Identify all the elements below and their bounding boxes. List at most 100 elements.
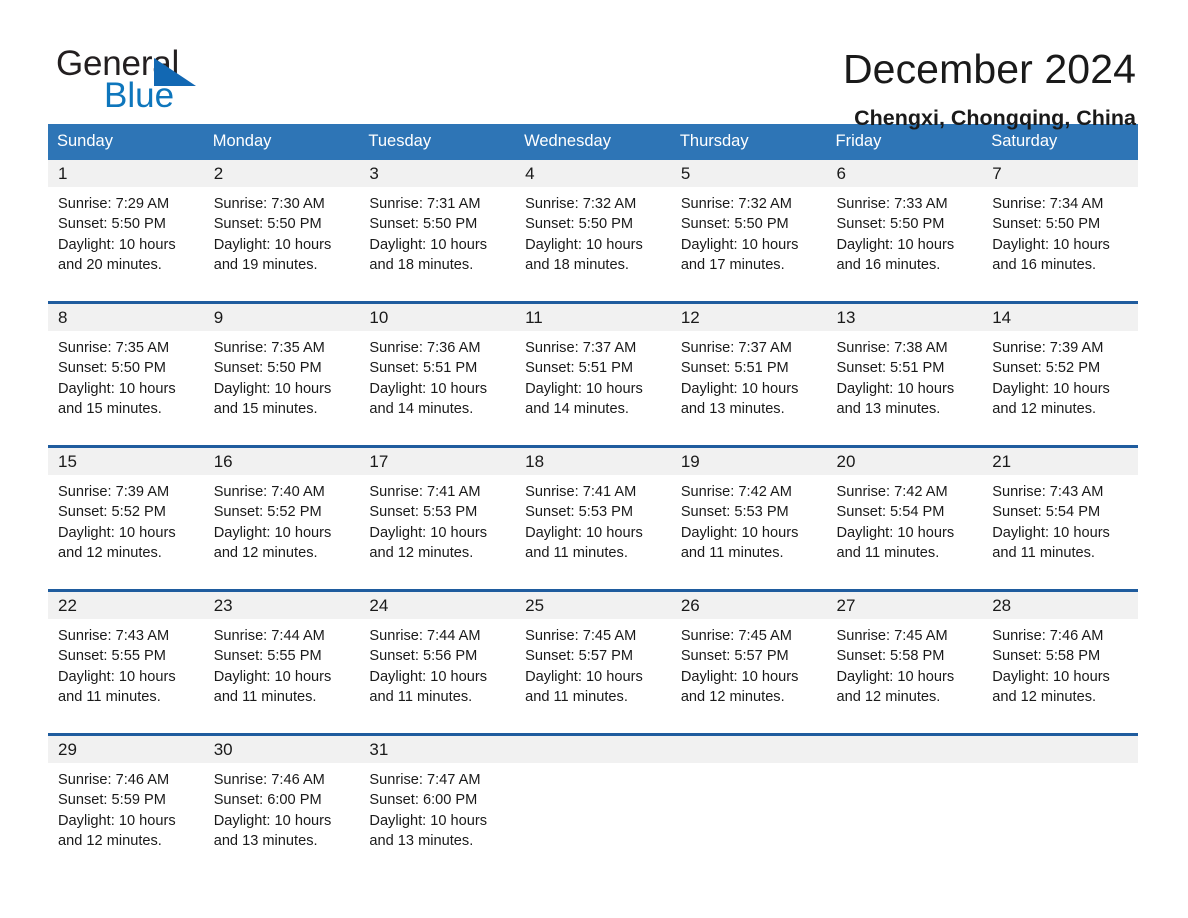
day-cell[interactable]: Sunrise: 7:34 AM Sunset: 5:50 PM Dayligh…	[982, 187, 1138, 284]
day-number-empty	[670, 736, 827, 763]
weekday-header-sunday: Sunday	[48, 124, 204, 160]
day-cell[interactable]: Sunrise: 7:46 AM Sunset: 6:00 PM Dayligh…	[203, 763, 360, 871]
day-number[interactable]: 30	[203, 736, 360, 763]
day-detail	[681, 770, 821, 867]
day-detail: Sunrise: 7:37 AM Sunset: 5:51 PM Dayligh…	[525, 340, 643, 417]
day-detail: Sunrise: 7:45 AM Sunset: 5:57 PM Dayligh…	[525, 628, 643, 705]
day-cell[interactable]: Sunrise: 7:39 AM Sunset: 5:52 PM Dayligh…	[48, 475, 204, 572]
day-number-empty	[515, 736, 671, 763]
day-number[interactable]: 25	[515, 592, 671, 619]
week-daynum-row: 22 23 24 25 26 27 28	[48, 592, 1138, 619]
day-number[interactable]: 20	[826, 448, 983, 475]
week-daynum-row: 15 16 17 18 19 20 21	[48, 448, 1138, 475]
day-number[interactable]: 15	[48, 448, 204, 475]
day-cell[interactable]: Sunrise: 7:33 AM Sunset: 5:50 PM Dayligh…	[826, 187, 983, 284]
day-detail: Sunrise: 7:46 AM Sunset: 5:58 PM Dayligh…	[992, 628, 1110, 705]
day-number[interactable]: 27	[826, 592, 983, 619]
day-cell-empty	[826, 763, 983, 871]
day-cell[interactable]: Sunrise: 7:32 AM Sunset: 5:50 PM Dayligh…	[515, 187, 671, 284]
day-cell[interactable]: Sunrise: 7:42 AM Sunset: 5:54 PM Dayligh…	[826, 475, 983, 572]
day-number[interactable]: 16	[203, 448, 360, 475]
day-cell[interactable]: Sunrise: 7:46 AM Sunset: 5:59 PM Dayligh…	[48, 763, 204, 871]
day-cell[interactable]: Sunrise: 7:32 AM Sunset: 5:50 PM Dayligh…	[670, 187, 827, 284]
day-detail: Sunrise: 7:45 AM Sunset: 5:58 PM Dayligh…	[836, 628, 955, 705]
day-number[interactable]: 13	[826, 304, 983, 331]
day-cell[interactable]: Sunrise: 7:29 AM Sunset: 5:50 PM Dayligh…	[48, 187, 204, 284]
day-number[interactable]: 10	[359, 304, 516, 331]
day-number[interactable]: 24	[359, 592, 516, 619]
day-cell[interactable]: Sunrise: 7:47 AM Sunset: 6:00 PM Dayligh…	[359, 763, 516, 871]
day-detail: Sunrise: 7:33 AM Sunset: 5:50 PM Dayligh…	[836, 196, 955, 273]
day-number-empty	[982, 736, 1138, 763]
day-number[interactable]: 1	[48, 160, 204, 187]
day-cell[interactable]: Sunrise: 7:37 AM Sunset: 5:51 PM Dayligh…	[670, 331, 827, 428]
day-detail: Sunrise: 7:34 AM Sunset: 5:50 PM Dayligh…	[992, 196, 1110, 273]
day-detail: Sunrise: 7:45 AM Sunset: 5:57 PM Dayligh…	[680, 628, 799, 705]
day-detail: Sunrise: 7:38 AM Sunset: 5:51 PM Dayligh…	[836, 340, 955, 417]
week-daynum-row: 8 9 10 11 12 13 14	[48, 304, 1138, 331]
day-number[interactable]: 28	[982, 592, 1138, 619]
day-number[interactable]: 19	[670, 448, 827, 475]
page-header: General Blue December 2024 Chengxi, Chon…	[0, 0, 1188, 130]
day-detail: Sunrise: 7:43 AM Sunset: 5:54 PM Dayligh…	[992, 484, 1110, 561]
day-cell[interactable]: Sunrise: 7:45 AM Sunset: 5:58 PM Dayligh…	[826, 619, 983, 716]
page-title: December 2024	[842, 46, 1136, 92]
day-number[interactable]: 14	[982, 304, 1138, 331]
day-detail: Sunrise: 7:42 AM Sunset: 5:54 PM Dayligh…	[836, 484, 955, 561]
day-number[interactable]: 22	[48, 592, 204, 619]
day-cell[interactable]: Sunrise: 7:41 AM Sunset: 5:53 PM Dayligh…	[359, 475, 516, 572]
day-detail: Sunrise: 7:37 AM Sunset: 5:51 PM Dayligh…	[680, 340, 799, 417]
day-cell[interactable]: Sunrise: 7:44 AM Sunset: 5:55 PM Dayligh…	[203, 619, 360, 716]
day-cell[interactable]: Sunrise: 7:43 AM Sunset: 5:54 PM Dayligh…	[982, 475, 1138, 572]
day-number[interactable]: 3	[359, 160, 516, 187]
day-number[interactable]: 9	[203, 304, 360, 331]
day-number[interactable]: 8	[48, 304, 204, 331]
day-cell[interactable]: Sunrise: 7:38 AM Sunset: 5:51 PM Dayligh…	[826, 331, 983, 428]
day-detail	[837, 770, 977, 867]
day-detail: Sunrise: 7:32 AM Sunset: 5:50 PM Dayligh…	[680, 196, 799, 273]
day-cell[interactable]: Sunrise: 7:46 AM Sunset: 5:58 PM Dayligh…	[982, 619, 1138, 716]
day-detail: Sunrise: 7:43 AM Sunset: 5:55 PM Dayligh…	[58, 628, 176, 705]
day-detail: Sunrise: 7:29 AM Sunset: 5:50 PM Dayligh…	[58, 196, 176, 273]
week-detail-row: Sunrise: 7:43 AM Sunset: 5:55 PM Dayligh…	[48, 619, 1138, 716]
weekday-header-wednesday: Wednesday	[515, 124, 671, 160]
day-cell[interactable]: Sunrise: 7:30 AM Sunset: 5:50 PM Dayligh…	[203, 187, 360, 284]
day-detail: Sunrise: 7:40 AM Sunset: 5:52 PM Dayligh…	[213, 484, 332, 561]
day-number[interactable]: 2	[203, 160, 360, 187]
week-detail-row: Sunrise: 7:46 AM Sunset: 5:59 PM Dayligh…	[48, 763, 1138, 871]
day-number[interactable]: 11	[515, 304, 671, 331]
day-cell[interactable]: Sunrise: 7:41 AM Sunset: 5:53 PM Dayligh…	[515, 475, 671, 572]
day-number-empty	[826, 736, 983, 763]
day-number[interactable]: 4	[515, 160, 671, 187]
day-cell[interactable]: Sunrise: 7:45 AM Sunset: 5:57 PM Dayligh…	[515, 619, 671, 716]
day-number[interactable]: 18	[515, 448, 671, 475]
day-number[interactable]: 12	[670, 304, 827, 331]
day-number[interactable]: 23	[203, 592, 360, 619]
day-cell[interactable]: Sunrise: 7:45 AM Sunset: 5:57 PM Dayligh…	[670, 619, 827, 716]
day-cell[interactable]: Sunrise: 7:35 AM Sunset: 5:50 PM Dayligh…	[48, 331, 204, 428]
day-cell[interactable]: Sunrise: 7:44 AM Sunset: 5:56 PM Dayligh…	[359, 619, 516, 716]
logo-text-blue: Blue	[104, 76, 175, 115]
day-number[interactable]: 7	[982, 160, 1138, 187]
week-detail-row: Sunrise: 7:29 AM Sunset: 5:50 PM Dayligh…	[48, 187, 1138, 284]
day-number[interactable]: 29	[48, 736, 204, 763]
day-number[interactable]: 21	[982, 448, 1138, 475]
day-number[interactable]: 31	[359, 736, 516, 763]
title-block: December 2024 Chengxi, Chongqing, China	[843, 46, 1136, 131]
day-number[interactable]: 6	[826, 160, 983, 187]
day-detail: Sunrise: 7:35 AM Sunset: 5:50 PM Dayligh…	[213, 340, 332, 417]
day-cell[interactable]: Sunrise: 7:36 AM Sunset: 5:51 PM Dayligh…	[359, 331, 516, 428]
day-cell-empty	[982, 763, 1138, 871]
day-cell[interactable]: Sunrise: 7:42 AM Sunset: 5:53 PM Dayligh…	[670, 475, 827, 572]
day-cell[interactable]: Sunrise: 7:43 AM Sunset: 5:55 PM Dayligh…	[48, 619, 204, 716]
day-detail: Sunrise: 7:32 AM Sunset: 5:50 PM Dayligh…	[525, 196, 643, 273]
day-cell[interactable]: Sunrise: 7:37 AM Sunset: 5:51 PM Dayligh…	[515, 331, 671, 428]
day-cell[interactable]: Sunrise: 7:39 AM Sunset: 5:52 PM Dayligh…	[982, 331, 1138, 428]
day-cell[interactable]: Sunrise: 7:40 AM Sunset: 5:52 PM Dayligh…	[203, 475, 360, 572]
day-number[interactable]: 26	[670, 592, 827, 619]
day-number[interactable]: 5	[670, 160, 827, 187]
weekday-header-thursday: Thursday	[670, 124, 827, 160]
day-number[interactable]: 17	[359, 448, 516, 475]
day-cell[interactable]: Sunrise: 7:35 AM Sunset: 5:50 PM Dayligh…	[203, 331, 360, 428]
day-cell[interactable]: Sunrise: 7:31 AM Sunset: 5:50 PM Dayligh…	[359, 187, 516, 284]
